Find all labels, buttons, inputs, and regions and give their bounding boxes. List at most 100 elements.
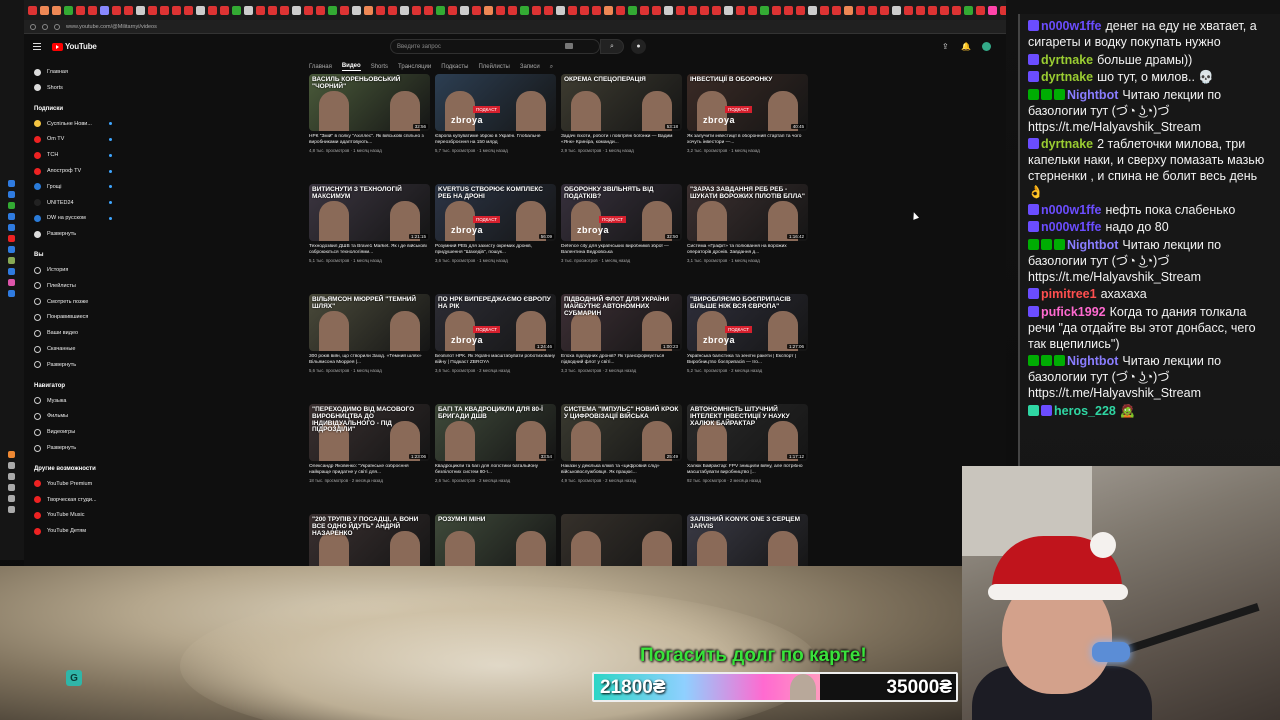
browser-tab[interactable] xyxy=(136,5,145,15)
chat-username[interactable]: pimitree1 xyxy=(1041,287,1097,301)
sidebar-item-more[interactable]: YouTube Premium xyxy=(34,478,114,490)
browser-tab[interactable] xyxy=(1000,5,1006,15)
browser-side-app-icon[interactable] xyxy=(8,180,15,187)
tab-channel[interactable]: Shorts xyxy=(371,64,388,70)
video-thumbnail[interactable] xyxy=(561,514,682,566)
browser-side-app-icon[interactable] xyxy=(8,462,15,469)
sidebar-item-subscription[interactable]: Om TV xyxy=(34,133,114,145)
sidebar-item-subscription[interactable]: DW на русском xyxy=(34,212,114,224)
forward-icon[interactable] xyxy=(42,23,48,30)
browser-tab[interactable] xyxy=(412,5,421,15)
chat-username[interactable]: n000w1ffe xyxy=(1041,220,1101,234)
video-thumbnail[interactable]: РОЗУМНІ МІНИ xyxy=(435,514,556,566)
browser-tab[interactable] xyxy=(808,5,817,15)
browser-tab[interactable] xyxy=(772,5,781,15)
browser-tab[interactable] xyxy=(988,5,997,15)
chat-username[interactable]: Nightbot xyxy=(1067,88,1118,102)
browser-side-app-icon[interactable] xyxy=(8,279,15,286)
browser-tab[interactable] xyxy=(616,5,625,15)
reload-icon[interactable] xyxy=(54,23,60,30)
browser-tab[interactable] xyxy=(76,5,85,15)
browser-tab[interactable] xyxy=(916,5,925,15)
browser-tab[interactable] xyxy=(952,5,961,15)
browser-tab[interactable] xyxy=(124,5,133,15)
browser-side-app-icon[interactable] xyxy=(8,224,15,231)
browser-tab[interactable] xyxy=(556,5,565,15)
avatar[interactable] xyxy=(982,42,991,51)
browser-side-app-icon[interactable] xyxy=(8,257,15,264)
video-thumbnail[interactable]: ОКРЕМА СПЕЦОПЕРАЦІЯ 53:18 xyxy=(561,74,682,131)
tab-channel[interactable]: Видео xyxy=(341,63,361,71)
sidebar-item-you[interactable]: Ваши видео xyxy=(34,327,114,339)
browser-tab[interactable] xyxy=(340,5,349,15)
browser-side-app-icon[interactable] xyxy=(8,246,15,253)
sidebar-item-you[interactable]: История xyxy=(34,264,114,276)
sidebar-item-more[interactable]: YouTube Music xyxy=(34,509,114,521)
video-title[interactable]: Європа купуватиме зброю в Україні. Глоба… xyxy=(435,134,557,146)
sidebar-item-you[interactable]: Плейлисты xyxy=(34,280,114,292)
chat-username[interactable]: dyrtnake xyxy=(1041,53,1093,67)
browser-tab[interactable] xyxy=(928,5,937,15)
browser-tab[interactable] xyxy=(304,5,313,15)
browser-tab[interactable] xyxy=(712,5,721,15)
sidebar-item-subscription[interactable]: Апостроф TV xyxy=(34,165,114,177)
video-thumbnail[interactable]: ПО НРК ВИПЕРЕДЖАЄМО ЄВРОПУ НА РІК ПОДКАСТ… xyxy=(435,294,556,351)
browser-tab[interactable] xyxy=(796,5,805,15)
sidebar-item-you[interactable]: Скачанные xyxy=(34,343,114,355)
back-icon[interactable] xyxy=(30,23,36,30)
browser-side-app-icon[interactable] xyxy=(8,235,15,242)
browser-tab[interactable] xyxy=(868,5,877,15)
browser-tab[interactable] xyxy=(388,5,397,15)
browser-tab[interactable] xyxy=(160,5,169,15)
browser-tab[interactable] xyxy=(208,5,217,15)
browser-side-app-icon[interactable] xyxy=(8,506,15,513)
browser-tab[interactable] xyxy=(508,5,517,15)
browser-tab[interactable] xyxy=(148,5,157,15)
tab-channel[interactable]: Главная xyxy=(309,64,332,70)
video-thumbnail[interactable]: ПІДВОДНИЙ ФЛОТ ДЛЯ УКРАЇНИ МАЙБУТНЄ АВТО… xyxy=(561,294,682,351)
video-thumbnail[interactable]: БАГІ ТА КВАДРОЦИКЛИ ДЛЯ 80-Ї БРИГАДИ ДШВ… xyxy=(435,404,556,461)
browser-side-app-icon[interactable] xyxy=(8,484,15,491)
video-title[interactable]: Халюк Байрактар: FPV знищили війну, але … xyxy=(687,464,809,476)
browser-tab[interactable] xyxy=(784,5,793,15)
sidebar-item-subscription[interactable]: UNITED24 xyxy=(34,197,114,209)
browser-tab[interactable] xyxy=(904,5,913,15)
browser-tab[interactable] xyxy=(328,5,337,15)
sidebar-item-you[interactable]: Развернуть xyxy=(34,359,114,371)
browser-side-app-icon[interactable] xyxy=(8,451,15,458)
browser-tab[interactable] xyxy=(244,5,253,15)
browser-tab-strip[interactable] xyxy=(24,0,1006,20)
sidebar-item-subscription[interactable]: ТСН xyxy=(34,149,114,161)
browser-tab[interactable] xyxy=(232,5,241,15)
keyboard-icon[interactable] xyxy=(565,43,573,49)
chat-username[interactable]: heros_228 xyxy=(1054,404,1116,418)
browser-tab[interactable] xyxy=(40,5,49,15)
browser-tab[interactable] xyxy=(112,5,121,15)
video-thumbnail[interactable]: "ПЕРЕХОДИМО ВІД МАСОВОГО ВИРОБНИЦТВА ДО … xyxy=(309,404,430,461)
browser-tab[interactable] xyxy=(880,5,889,15)
browser-tab[interactable] xyxy=(268,5,277,15)
sidebar-item-navigator[interactable]: Видеоигры xyxy=(34,426,114,438)
browser-tab[interactable] xyxy=(64,5,73,15)
browser-tab[interactable] xyxy=(220,5,229,15)
browser-tab[interactable] xyxy=(448,5,457,15)
video-thumbnail[interactable]: "ЗАРАЗ ЗАВДАННЯ РЕБ РЕБ - ШУКАТИ ВОРОЖИХ… xyxy=(687,184,808,241)
browser-tab[interactable] xyxy=(52,5,61,15)
browser-tab[interactable] xyxy=(832,5,841,15)
browser-tab[interactable] xyxy=(568,5,577,15)
browser-side-app-icon[interactable] xyxy=(8,202,15,209)
hamburger-menu-icon[interactable] xyxy=(33,43,41,50)
browser-tab[interactable] xyxy=(400,5,409,15)
video-title[interactable]: Як залучити інвестиції в оборонний старт… xyxy=(687,134,809,146)
browser-tab[interactable] xyxy=(940,5,949,15)
tab-channel[interactable]: Записи xyxy=(520,64,540,70)
sidebar-item-navigator[interactable]: Развернуть xyxy=(34,442,114,454)
browser-tab[interactable] xyxy=(352,5,361,15)
browser-tab[interactable] xyxy=(256,5,265,15)
browser-tab[interactable] xyxy=(376,5,385,15)
video-thumbnail[interactable]: "200 ТРУПІВ У ПОСАДЦІ, А ВОНИ ВСЕ ОДНО Й… xyxy=(309,514,430,566)
browser-tab[interactable] xyxy=(664,5,673,15)
browser-tab[interactable] xyxy=(748,5,757,15)
tab-channel[interactable]: Плейлисты xyxy=(478,64,509,70)
browser-tab[interactable] xyxy=(172,5,181,15)
